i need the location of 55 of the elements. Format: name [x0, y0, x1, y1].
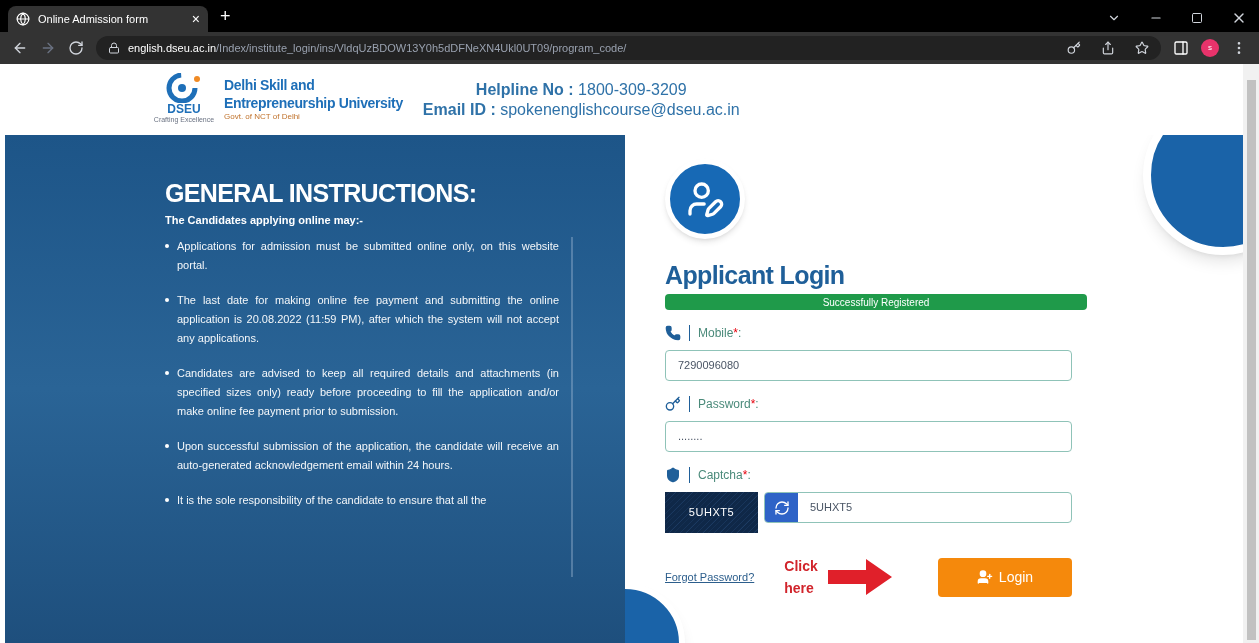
shield-icon — [665, 467, 681, 483]
share-icon[interactable] — [1101, 41, 1115, 55]
email-text: Email ID : spokenenglishcourse@dseu.ac.in — [422, 99, 740, 120]
click-here-annotation: Click here — [784, 557, 819, 598]
captcha-image: 5UHXT5 — [665, 492, 758, 533]
instruction-text: It is the sole responsibility of the candidate to ensure that all the — [177, 492, 487, 508]
refresh-button[interactable] — [765, 493, 798, 522]
field-label: Captcha*: — [698, 467, 751, 484]
university-name: Delhi Skill and — [224, 77, 316, 95]
forgot-password-link[interactable]: Forgot Password? — [665, 568, 755, 586]
side-panel-icon[interactable] — [1173, 40, 1189, 56]
bullet-icon — [165, 497, 169, 502]
field-label: Mobile*: — [698, 325, 742, 342]
back-icon[interactable] — [12, 40, 28, 56]
user-add-icon — [976, 569, 993, 585]
login-title: Applicant Login — [665, 263, 846, 288]
profile-avatar[interactable]: s — [1201, 39, 1219, 57]
globe-icon — [16, 12, 30, 26]
helpline-text: Helpline No : 1800-309-3209 — [475, 79, 687, 100]
new-tab-button[interactable]: + — [220, 2, 231, 30]
reload-icon[interactable] — [68, 40, 84, 56]
bullet-icon — [165, 243, 169, 248]
mobile-field[interactable]: 7290096080 — [665, 350, 1072, 381]
maximize-icon[interactable] — [1191, 12, 1203, 24]
phone-icon — [665, 325, 681, 341]
scrollbar-thumb[interactable] — [1246, 80, 1256, 640]
star-icon[interactable] — [1135, 41, 1149, 55]
field-label: Password*: — [698, 396, 759, 413]
password-field[interactable]: ........ — [665, 421, 1072, 452]
university-name: Entrepreneurship University — [224, 94, 403, 112]
url-text: english.dseu.ac.in/Index/institute_login/ins/VldqUzBDOW13Y0h5dDFNeXN4Ukl0UT09/program_code/ — [128, 40, 627, 56]
instruction-text: Upon successful submission of the application, the candidate will receive an auto-generated acknowledgement email within 24 hours. — [177, 438, 559, 473]
logo-text: DSEU — [167, 103, 201, 116]
instruction-text: Applications for admission must be submitted online only, on this website portal. — [177, 238, 559, 273]
refresh-icon — [773, 499, 790, 516]
lock-icon — [108, 42, 120, 54]
instruction-text: Candidates are advised to keep all required details and attachments (in specified sizes only) ready before proceeding to fill the application and/or make online fee payment prior to submission. — [177, 365, 559, 419]
key-icon — [665, 396, 681, 412]
user-edit-icon — [685, 179, 725, 219]
bullet-icon — [165, 370, 169, 375]
forward-icon[interactable] — [40, 40, 56, 56]
logo-icon — [166, 73, 202, 104]
url-field[interactable]: english.dseu.ac.in/Index/institute_login/ins/VldqUzBDOW13Y0h5dDFNeXN4Ukl0UT09/program_code/ — [96, 36, 1161, 60]
key-icon[interactable] — [1067, 41, 1081, 55]
captcha-field[interactable]: 5UHXT5 — [764, 492, 1072, 523]
instructions-title: GENERAL INSTRUCTIONS: — [165, 181, 478, 206]
government-label: Govt. of NCT of Delhi — [224, 112, 301, 122]
tab-close-button[interactable]: × — [191, 9, 200, 29]
browser-tab[interactable]: Online Admission form × — [8, 6, 208, 32]
bullet-icon — [165, 297, 169, 302]
tab-title: Online Admission form — [38, 11, 150, 27]
instruction-text: The last date for making online fee payment and submitting the online application is 20.08.2022 (11:59 PM), after which the system will not accept any applications. — [177, 292, 559, 346]
success-alert: Successfully Registered — [665, 294, 1087, 310]
instructions-subtitle: The Candidates applying online may:- — [165, 213, 365, 228]
bullet-icon — [165, 443, 169, 448]
